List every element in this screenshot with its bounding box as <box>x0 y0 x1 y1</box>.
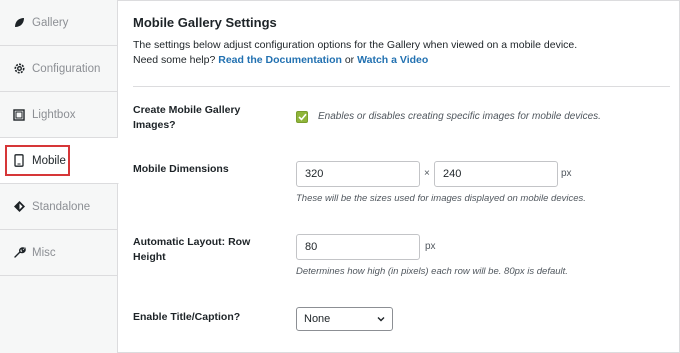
row-height-unit: px <box>425 241 436 252</box>
settings-description: The settings below adjust configuration … <box>133 38 673 68</box>
leaf-icon <box>12 16 26 30</box>
label-line: Height <box>133 251 166 263</box>
settings-content: Mobile Gallery Settings The settings bel… <box>118 0 680 353</box>
help-line: Need some help? Read the Documentation o… <box>133 53 673 68</box>
divider <box>133 86 670 87</box>
sidebar-item-label: Lightbox <box>32 108 76 121</box>
description-text: The settings below adjust configuration … <box>133 39 578 51</box>
create-images-help: Enables or disables creating specific im… <box>318 111 601 122</box>
create-images-label: Create Mobile Gallery Images? <box>133 103 240 133</box>
label-line: Automatic Layout: Row <box>133 236 251 248</box>
width-input[interactable]: 320 <box>296 161 420 187</box>
wrench-icon <box>12 246 26 260</box>
sidebar-item-lightbox[interactable]: Lightbox <box>0 92 118 138</box>
row-height-input[interactable]: 80 <box>296 234 420 260</box>
dimension-separator: × <box>424 168 430 179</box>
dimensions-label: Mobile Dimensions <box>133 163 229 175</box>
mobile-icon <box>12 154 26 168</box>
page-title: Mobile Gallery Settings <box>133 15 277 30</box>
sidebar-item-configuration[interactable]: Configuration <box>0 46 118 92</box>
height-input[interactable]: 240 <box>434 161 558 187</box>
select-value: None <box>304 313 331 325</box>
diamond-icon <box>12 200 26 214</box>
documentation-link[interactable]: Read the Documentation <box>218 54 342 66</box>
dimensions-help: These will be the sizes used for images … <box>296 193 586 204</box>
help-prefix: Need some help? <box>133 54 216 66</box>
title-caption-select[interactable]: None <box>296 307 393 331</box>
sidebar-item-misc[interactable]: Misc <box>0 230 118 276</box>
dimension-unit: px <box>561 168 572 179</box>
sidebar-item-label: Configuration <box>32 62 101 75</box>
row-height-help: Determines how high (in pixels) each row… <box>296 266 568 277</box>
lightbox-icon <box>12 108 26 122</box>
settings-sidebar: Gallery Configuration Lightbox Mobile St… <box>0 0 119 353</box>
sidebar-item-mobile[interactable]: Mobile <box>0 138 119 184</box>
sidebar-item-label: Misc <box>32 246 56 259</box>
video-link[interactable]: Watch a Video <box>357 54 428 66</box>
row-height-label: Automatic Layout: Row Height <box>133 235 250 265</box>
sidebar-item-label: Mobile <box>32 154 66 167</box>
gear-icon <box>12 62 26 76</box>
sidebar-item-standalone[interactable]: Standalone <box>0 184 118 230</box>
sidebar-item-label: Standalone <box>32 200 91 213</box>
label-line: Images? <box>133 119 176 131</box>
help-or: or <box>344 54 355 66</box>
label-line: Create Mobile Gallery <box>133 104 241 116</box>
chevron-down-icon <box>377 317 385 322</box>
checkmark-icon <box>297 113 307 121</box>
sidebar-item-label: Gallery <box>32 16 69 29</box>
sidebar-item-gallery[interactable]: Gallery <box>0 0 118 46</box>
title-caption-label: Enable Title/Caption? <box>133 311 241 323</box>
create-images-checkbox[interactable] <box>296 111 308 123</box>
